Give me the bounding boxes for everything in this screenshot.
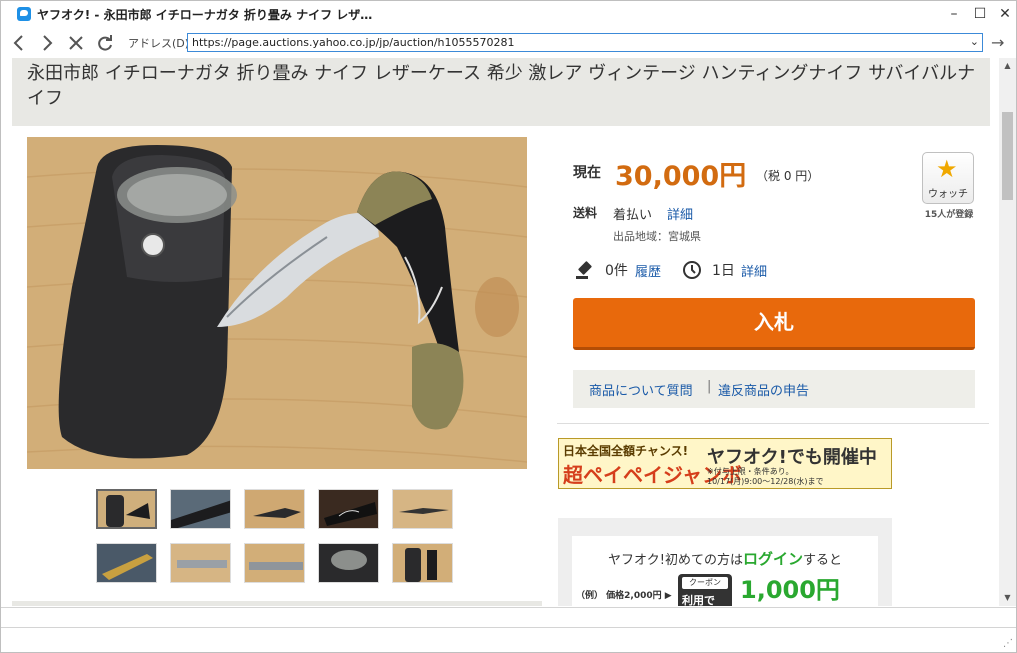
clock-icon bbox=[683, 261, 701, 279]
item-title: 永田市郎 イチローナガタ 折り畳み ナイフ レザーケース 希少 激レア ヴィンテ… bbox=[27, 63, 976, 109]
thumbnail-6[interactable] bbox=[96, 543, 157, 583]
bid-history-link[interactable]: 履歴 bbox=[635, 261, 661, 280]
thumbnail-7[interactable] bbox=[170, 543, 231, 583]
forward-arrow-icon bbox=[43, 35, 53, 51]
status-divider bbox=[1, 627, 1016, 628]
navigation-bar: アドレス(D) https://page.auctions.yahoo.co.j… bbox=[1, 29, 1016, 57]
window-title: ヤフオク! - 永田市郎 イチローナガタ 折り畳み ナイフ レザ… bbox=[37, 8, 373, 22]
watch-label: ウォッチ bbox=[928, 189, 968, 200]
paypay-jumbo-banner[interactable]: 日本全国全額チャンス! 超ペイペイジャンボ ヤフオク!でも開催中 ※付与上限・条… bbox=[558, 438, 892, 489]
time-left: 1日 bbox=[712, 263, 735, 279]
promo-text-after: すると bbox=[802, 553, 842, 568]
gavel-icon bbox=[576, 261, 592, 279]
bid-count: 0件 bbox=[605, 263, 628, 279]
thumbnail-10[interactable] bbox=[392, 543, 453, 583]
page-viewport: 永田市郎 イチローナガタ 折り畳み ナイフ レザーケース 希少 激レア ヴィンテ… bbox=[1, 58, 999, 606]
scroll-thumb[interactable] bbox=[1002, 112, 1013, 200]
thumbnail-1[interactable] bbox=[96, 489, 157, 529]
status-bar: ⋰ bbox=[1, 607, 1016, 652]
report-violation-link[interactable]: 違反商品の申告 bbox=[718, 380, 809, 399]
time-detail-link[interactable]: 詳細 bbox=[741, 261, 767, 280]
ask-question-link[interactable]: 商品について質問 bbox=[589, 380, 693, 399]
forward-button[interactable] bbox=[37, 32, 57, 54]
price-tax: （税 0 円） bbox=[756, 169, 820, 183]
favicon-icon bbox=[17, 7, 31, 21]
close-button[interactable]: ✕ bbox=[992, 3, 1017, 25]
stop-button[interactable] bbox=[66, 32, 86, 54]
address-url[interactable]: https://page.auctions.yahoo.co.jp/jp/auc… bbox=[192, 36, 515, 49]
knife-photo-illustration bbox=[27, 137, 527, 469]
scroll-down-icon[interactable]: ▼ bbox=[999, 590, 1016, 606]
promo-line: ヤフオク!初めての方はログインすると bbox=[572, 548, 878, 569]
promo-login-link[interactable]: ログイン bbox=[743, 550, 803, 568]
reload-button[interactable] bbox=[95, 32, 115, 54]
shipping-value: 着払い bbox=[613, 208, 653, 223]
section-band bbox=[12, 601, 542, 606]
go-arrow-icon[interactable]: → bbox=[991, 33, 1004, 52]
maximize-button[interactable]: ☐ bbox=[967, 3, 993, 25]
banner-note2: 10/17(月)9:00～12/28(水)まで bbox=[707, 477, 824, 486]
address-bar[interactable]: https://page.auctions.yahoo.co.jp/jp/auc… bbox=[187, 33, 983, 52]
title-bar: ヤフオク! - 永田市郎 イチローナガタ 折り畳み ナイフ レザ… – ☐ ✕ bbox=[1, 1, 1016, 27]
coupon-tag: クーポン bbox=[682, 577, 728, 589]
reload-icon bbox=[98, 35, 112, 51]
promo-example: （例） 価格2,000円 ▶ bbox=[576, 591, 672, 601]
item-links-box: 商品について質問 | 違反商品の申告 bbox=[573, 370, 975, 408]
minimize-button[interactable]: – bbox=[941, 3, 967, 25]
back-button[interactable] bbox=[9, 32, 29, 54]
section-divider bbox=[557, 423, 989, 424]
watch-button[interactable]: ★ ウォッチ bbox=[922, 152, 974, 204]
shipping-label: 送料 bbox=[573, 206, 598, 220]
login-promo: ヤフオク!初めての方はログインすると （例） 価格2,000円 ▶ クーポン 利… bbox=[558, 518, 892, 606]
current-price: 30,000円 bbox=[615, 161, 747, 192]
login-promo-card: ヤフオク!初めての方はログインすると （例） 価格2,000円 ▶ クーポン 利… bbox=[572, 536, 878, 606]
bid-button[interactable]: 入札 bbox=[573, 298, 975, 350]
watch-count: 15人が登録 bbox=[924, 210, 974, 220]
thumbnail-5[interactable] bbox=[392, 489, 453, 529]
item-title-band: 永田市郎 イチローナガタ 折り畳み ナイフ レザーケース 希少 激レア ヴィンテ… bbox=[12, 58, 990, 126]
back-arrow-icon bbox=[13, 35, 23, 51]
scroll-up-icon[interactable]: ▲ bbox=[999, 58, 1016, 74]
thumbnail-4[interactable] bbox=[318, 489, 379, 529]
thumbnail-8[interactable] bbox=[244, 543, 305, 583]
thumbnail-3[interactable] bbox=[244, 489, 305, 529]
banner-line1: 日本全国全額チャンス! bbox=[563, 444, 689, 458]
star-icon: ★ bbox=[936, 155, 958, 183]
coupon-text: 利用で bbox=[682, 594, 715, 606]
browser-window: ヤフオク! - 永田市郎 イチローナガタ 折り畳み ナイフ レザ… – ☐ ✕ … bbox=[0, 0, 1017, 653]
shipping-origin: 出品地域：宮城県 bbox=[613, 230, 701, 243]
stop-x-icon bbox=[69, 36, 83, 50]
price-label: 現在 bbox=[573, 165, 601, 181]
promo-text-before: ヤフオク!初めての方は bbox=[608, 553, 743, 568]
promo-amount: 1,000円 bbox=[740, 576, 840, 604]
thumbnail-strip bbox=[96, 489, 466, 585]
link-separator: | bbox=[707, 379, 712, 394]
address-label: アドレス(D) bbox=[128, 37, 190, 50]
main-product-photo[interactable] bbox=[27, 137, 527, 469]
resize-grip-icon[interactable]: ⋰ bbox=[1003, 638, 1013, 649]
chevron-down-icon[interactable]: ⌄ bbox=[970, 35, 979, 48]
thumbnail-2[interactable] bbox=[170, 489, 231, 529]
coupon-badge: クーポン 利用で bbox=[678, 574, 732, 606]
thumbnail-9[interactable] bbox=[318, 543, 379, 583]
vertical-scrollbar[interactable]: ▲ ▼ bbox=[999, 58, 1016, 606]
shipping-detail-link[interactable]: 詳細 bbox=[667, 204, 693, 223]
